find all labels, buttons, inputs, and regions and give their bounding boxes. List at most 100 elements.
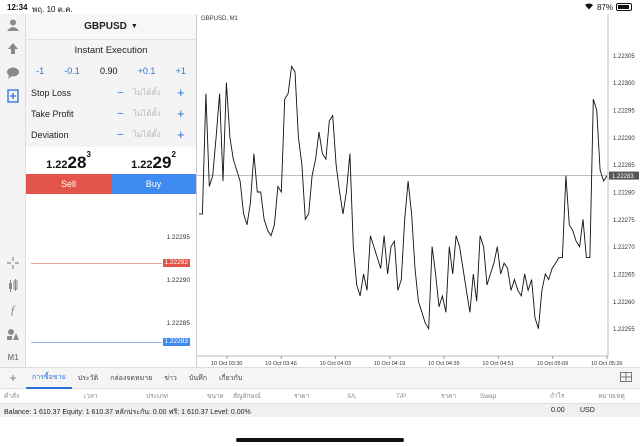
- price-display: 1.22 28 3 1.22 29 2: [26, 147, 196, 174]
- deviation-input[interactable]: ไม่ได้ตั้ง: [133, 128, 177, 141]
- column-header[interactable]: S/L: [347, 393, 357, 400]
- volume-row: -1 -0.1 0.90 +0.1 +1: [26, 60, 196, 82]
- column-header[interactable]: T/P: [396, 393, 406, 400]
- symbol-name: GBPUSD: [84, 21, 127, 32]
- bid-price-prefix: 1.22: [46, 159, 68, 171]
- y-tick-label: 1.22270: [613, 245, 635, 251]
- total-profit: 0.00: [551, 407, 565, 414]
- symbol-selector[interactable]: GBPUSD ▼: [26, 14, 196, 40]
- deviation-row: Deviation − ไม่ได้ตั้ง +: [26, 124, 196, 145]
- battery-percent: 87%: [596, 2, 613, 12]
- stop-loss-input[interactable]: ไม่ได้ตั้ง: [133, 86, 177, 99]
- volume-minus-0.1[interactable]: -0.1: [64, 66, 80, 76]
- layout-icon[interactable]: [620, 371, 632, 385]
- take-profit-plus-button[interactable]: +: [177, 106, 185, 121]
- candles-icon[interactable]: [4, 277, 22, 295]
- depth-of-market: 1.22295 1.22292 1.22290 1.22285 1.22283: [26, 194, 196, 367]
- column-header[interactable]: ขนาด: [207, 391, 224, 401]
- bid-line: [31, 342, 162, 343]
- y-tick-label: 1.22295: [613, 109, 635, 115]
- tab-trade[interactable]: การซื้อขาย: [26, 367, 72, 389]
- deviation-label: Deviation: [31, 129, 69, 140]
- stop-loss-minus-button[interactable]: −: [117, 87, 133, 99]
- balance-row: Balance: 1 610.37 Equity: 1 610.37 หลักป…: [0, 403, 640, 417]
- tab-history[interactable]: ประวัติ: [72, 367, 104, 389]
- tab-journal[interactable]: บันทึก: [183, 367, 213, 389]
- depth-level: 1.22295: [166, 234, 191, 241]
- take-profit-row: Take Profit − ไม่ได้ตั้ง +: [26, 103, 196, 124]
- chart-title: GBPUSD, M1: [201, 16, 239, 22]
- ask-price-fraction: 2: [171, 150, 176, 159]
- tool-rail: ƒ M1: [0, 14, 26, 367]
- take-profit-label: Take Profit: [31, 108, 74, 119]
- column-header[interactable]: ราคา: [294, 391, 309, 401]
- trade-icon[interactable]: [4, 40, 22, 58]
- balance-summary: Balance: 1 610.37 Equity: 1 610.37 หลักป…: [4, 409, 251, 416]
- status-right: 87%: [584, 2, 632, 12]
- column-header[interactable]: ประเภท: [146, 391, 168, 401]
- take-profit-minus-button[interactable]: −: [117, 108, 133, 120]
- y-tick-label: 1.22260: [613, 300, 635, 306]
- y-tick-label: 1.22300: [613, 81, 635, 87]
- wifi-icon: [584, 2, 594, 12]
- take-profit-input[interactable]: ไม่ได้ตั้ง: [133, 107, 177, 120]
- volume-plus-0.1[interactable]: +0.1: [138, 66, 156, 76]
- tab-mailbox[interactable]: กล่องจดหมาย: [104, 367, 158, 389]
- crosshair-icon[interactable]: [4, 254, 22, 272]
- battery-icon: [616, 3, 632, 11]
- home-indicator: [236, 438, 404, 442]
- column-header[interactable]: สัญลักษณ์: [233, 391, 261, 401]
- deviation-minus-button[interactable]: −: [117, 129, 133, 141]
- tab-news[interactable]: ข่าว: [158, 367, 183, 389]
- column-header[interactable]: ราคา: [441, 391, 456, 401]
- column-header[interactable]: กำไร: [550, 391, 564, 401]
- chart-area[interactable]: GBPUSD, M1 1.22305 1.22300 1.22295 1.22290 1…: [196, 14, 640, 367]
- chevron-down-icon: ▼: [130, 23, 138, 30]
- column-header[interactable]: คำสั่ง: [4, 391, 19, 401]
- y-tick-label: 1.22280: [613, 191, 635, 197]
- volume-minus-1[interactable]: -1: [36, 66, 44, 76]
- deviation-plus-button[interactable]: +: [177, 127, 185, 142]
- y-tick-label: 1.22255: [613, 327, 635, 333]
- currency: USD: [580, 407, 595, 414]
- price-chart[interactable]: 1.22305 1.22300 1.22295 1.22290 1.22285 1.222…: [197, 14, 640, 367]
- sell-button[interactable]: Sell: [26, 174, 111, 194]
- stop-loss-row: Stop Loss − ไม่ได้ตั้ง +: [26, 82, 196, 103]
- current-price-tag: 1.22283: [612, 174, 634, 180]
- column-header[interactable]: เวลา: [84, 391, 98, 401]
- ask-price-prefix: 1.22: [131, 159, 153, 171]
- y-tick-label: 1.22290: [613, 136, 635, 142]
- column-header[interactable]: Swap: [480, 393, 496, 400]
- y-tick-label: 1.22305: [613, 54, 635, 60]
- column-header[interactable]: หมายเหตุ: [598, 391, 625, 401]
- ask-line: [31, 263, 162, 264]
- execution-type[interactable]: Instant Execution: [26, 40, 196, 60]
- timeframe-button[interactable]: M1: [4, 348, 22, 366]
- bid-price: 1.22 28 3: [26, 147, 111, 174]
- bid-price-tag: 1.22283: [162, 338, 190, 346]
- chat-icon[interactable]: [4, 64, 22, 82]
- bid-price-fraction: 3: [86, 150, 91, 159]
- stop-loss-label: Stop Loss: [31, 87, 72, 98]
- status-bar: 12:34 พฤ. 10 ต.ค. 87%: [0, 0, 640, 14]
- status-time: 12:34: [7, 3, 28, 12]
- quotes-icon[interactable]: [4, 16, 22, 34]
- y-tick-label: 1.22265: [613, 273, 635, 279]
- indicator-icon[interactable]: ƒ: [4, 301, 22, 319]
- tab-about[interactable]: เกี่ยวกับ: [213, 367, 248, 389]
- bid-price-pips: 28: [67, 153, 87, 172]
- ask-price-tag: 1.22292: [162, 259, 190, 267]
- buy-button[interactable]: Buy: [111, 174, 196, 194]
- price-series-line: [199, 64, 608, 331]
- depth-level: 1.22290: [166, 277, 191, 284]
- depth-level: 1.22285: [166, 320, 191, 327]
- stop-loss-plus-button[interactable]: +: [177, 85, 185, 100]
- volume-plus-1[interactable]: +1: [176, 66, 186, 76]
- y-tick-label: 1.22285: [613, 163, 635, 169]
- ask-price: 1.22 29 2: [111, 147, 196, 174]
- objects-icon[interactable]: [4, 325, 22, 343]
- new-order-icon[interactable]: [4, 87, 22, 105]
- add-icon[interactable]: +: [0, 371, 26, 385]
- volume-value[interactable]: 0.90: [100, 66, 118, 76]
- y-tick-label: 1.22275: [613, 218, 635, 224]
